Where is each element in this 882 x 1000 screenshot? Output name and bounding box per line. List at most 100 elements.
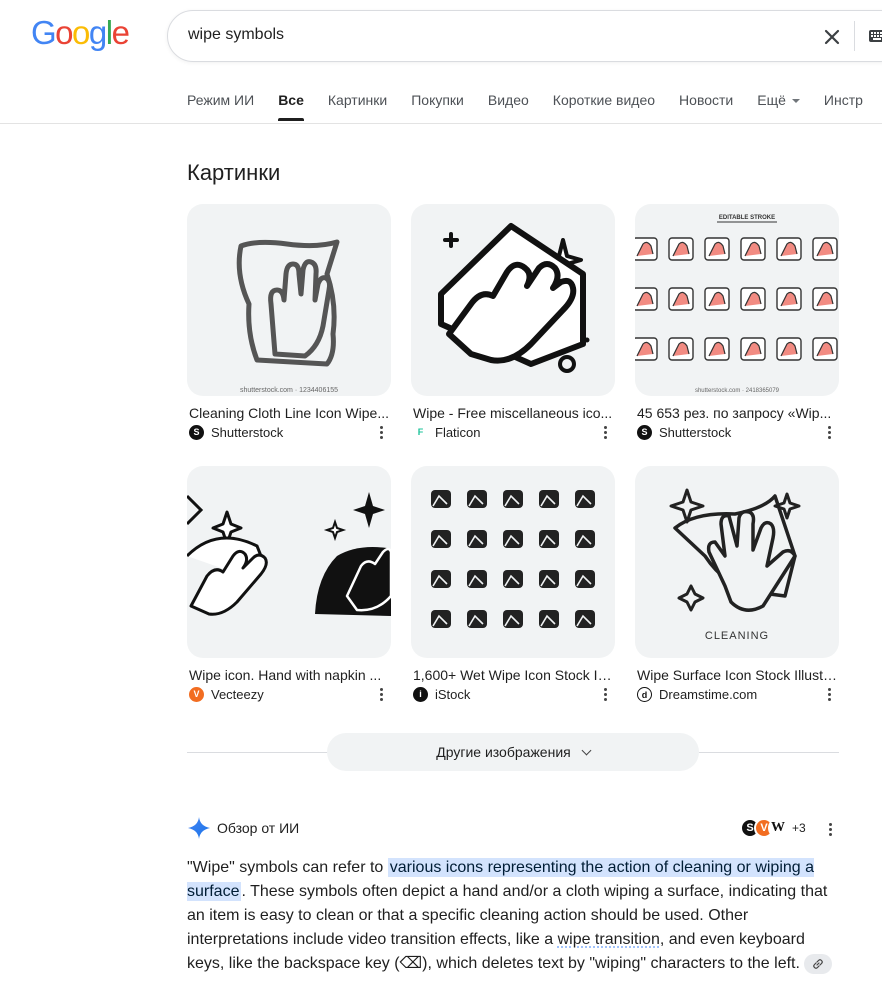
image-watermark: shutterstock.com · 2418365079 (695, 388, 780, 394)
wipe-glyph-icon (431, 610, 451, 628)
cleaning-glyph-icon (635, 288, 657, 310)
image-thumbnail[interactable] (187, 466, 391, 658)
cleaning-cloth-icon: shutterstock.com · 1234406155 (187, 204, 391, 396)
more-options-icon[interactable] (827, 687, 831, 701)
more-options-icon[interactable] (603, 425, 607, 439)
image-card[interactable]: Wipe icon. Hand with napkin ... V Vectee… (187, 466, 391, 702)
wipe-glyph-icon (467, 490, 487, 508)
cleaning-glyph-icon (777, 288, 801, 310)
image-source[interactable]: d Dreamstime.com (637, 687, 839, 702)
image-caption[interactable]: Wipe icon. Hand with napkin ... (189, 667, 389, 683)
keyboard-icon[interactable] (868, 27, 882, 45)
image-caption[interactable]: Cleaning Cloth Line Icon Wipe... (189, 405, 389, 421)
image-source[interactable]: V Vecteezy (189, 687, 391, 702)
tab-news[interactable]: Новости (679, 92, 733, 122)
ai-sources[interactable]: S V W +3 (740, 818, 806, 838)
image-caption[interactable]: Wipe - Free miscellaneous ico... (413, 405, 613, 421)
wipe-glyph-icon (575, 570, 595, 588)
link-chip[interactable] (804, 954, 832, 974)
wipe-glyph-icon (539, 610, 559, 628)
wipe-glyph-icon (503, 490, 523, 508)
image-source[interactable]: i iStock (413, 687, 615, 702)
sparkle-icon (187, 816, 211, 840)
wipe-surface-icon: CLEANING (635, 466, 839, 658)
source-name: iStock (435, 687, 470, 702)
istock-icon: i (413, 687, 428, 702)
more-images-button[interactable]: Другие изображения (327, 733, 699, 771)
tab-shopping[interactable]: Покупки (411, 92, 464, 122)
image-card[interactable]: Wipe - Free miscellaneous ico... F Flati… (411, 204, 615, 440)
more-options-icon[interactable] (379, 687, 383, 701)
wipe-glyph-icon (539, 530, 559, 548)
image-card[interactable]: 1,600+ Wet Wipe Icon Stock Ill... i iSto… (411, 466, 615, 702)
more-options-icon[interactable] (828, 822, 832, 836)
hand-napkin-icon (187, 466, 391, 658)
wipe-glyph-icon (539, 490, 559, 508)
more-options-icon[interactable] (827, 425, 831, 439)
image-thumbnail[interactable] (411, 466, 615, 658)
more-options-icon[interactable] (603, 687, 607, 701)
image-card[interactable]: EDITABLE STROKE shutterstock.com · 24183… (635, 204, 839, 440)
tab-images[interactable]: Картинки (328, 92, 387, 122)
wipe-glyph-icon (575, 610, 595, 628)
ai-overview-header: Обзор от ИИ (187, 816, 299, 840)
wipe-glyph-icon (467, 610, 487, 628)
google-logo[interactable]: Google (31, 14, 128, 52)
image-caption[interactable]: 45 653 рез. по запросу «Wip... (637, 405, 837, 421)
image-source[interactable]: S Shutterstock (637, 425, 839, 440)
cleaning-glyph-icon (777, 338, 801, 360)
vecteezy-icon: V (189, 687, 204, 702)
image-thumbnail[interactable] (411, 204, 615, 396)
tab-short-videos[interactable]: Короткие видео (553, 92, 655, 122)
source-name: Shutterstock (659, 425, 731, 440)
source-name: Dreamstime.com (659, 687, 757, 702)
source-name: Shutterstock (211, 425, 283, 440)
tab-ai-mode[interactable]: Режим ИИ (187, 92, 254, 122)
wipe-glyph-icon (467, 530, 487, 548)
more-images-label: Другие изображения (436, 744, 570, 760)
cleaning-glyph-icon (705, 288, 729, 310)
dreamstime-icon: d (637, 687, 652, 702)
tab-videos[interactable]: Видео (488, 92, 529, 122)
tab-label: Новости (679, 92, 733, 108)
wipe-glyph-icon (431, 530, 451, 548)
more-options-icon[interactable] (379, 425, 383, 439)
image-thumbnail[interactable]: CLEANING (635, 466, 839, 658)
tab-label: Картинки (328, 92, 387, 108)
ai-text-segment: "Wipe" symbols can refer to (187, 859, 388, 876)
image-source[interactable]: S Shutterstock (189, 425, 391, 440)
search-tabs: Режим ИИ Все Картинки Покупки Видео Коро… (187, 92, 882, 122)
image-card[interactable]: CLEANING Wipe Surface Icon Stock Illustr… (635, 466, 839, 702)
chevron-down-icon (581, 746, 591, 756)
image-source[interactable]: F Flaticon (413, 425, 615, 440)
logo-letter: e (112, 14, 129, 52)
image-caption[interactable]: 1,600+ Wet Wipe Icon Stock Ill... (413, 667, 613, 683)
search-input[interactable] (188, 26, 748, 44)
wipe-icon-set: EDITABLE STROKE shutterstock.com · 24183… (635, 204, 839, 396)
tab-all[interactable]: Все (278, 92, 304, 122)
tab-label: Все (278, 92, 304, 108)
wipe-transition-link[interactable]: wipe transition (558, 931, 660, 948)
tab-label: Ещё (757, 92, 786, 108)
ai-overview-text: "Wipe" symbols can refer to various icon… (187, 856, 837, 976)
image-label: CLEANING (705, 630, 769, 642)
search-box[interactable] (167, 10, 882, 62)
close-icon[interactable] (820, 25, 844, 49)
image-card[interactable]: shutterstock.com · 1234406155 Cleaning C… (187, 204, 391, 440)
cleaning-glyph-icon (669, 238, 693, 260)
search-divider (854, 21, 855, 51)
cleaning-glyph-icon (813, 238, 837, 260)
image-thumbnail[interactable]: shutterstock.com · 1234406155 (187, 204, 391, 396)
cleaning-glyph-icon (705, 238, 729, 260)
wikipedia-icon: W (768, 818, 788, 838)
tab-more[interactable]: Ещё (757, 92, 800, 122)
shutterstock-icon: S (189, 425, 204, 440)
tab-label: Режим ИИ (187, 92, 254, 108)
wiping-hand-icon (411, 204, 615, 396)
tab-tools[interactable]: Инстр (824, 92, 863, 122)
wipe-glyph-icon (431, 570, 451, 588)
image-thumbnail[interactable]: EDITABLE STROKE shutterstock.com · 24183… (635, 204, 839, 396)
logo-letter: G (31, 14, 55, 52)
tab-label: Покупки (411, 92, 464, 108)
image-caption[interactable]: Wipe Surface Icon Stock Illustr... (637, 667, 837, 683)
